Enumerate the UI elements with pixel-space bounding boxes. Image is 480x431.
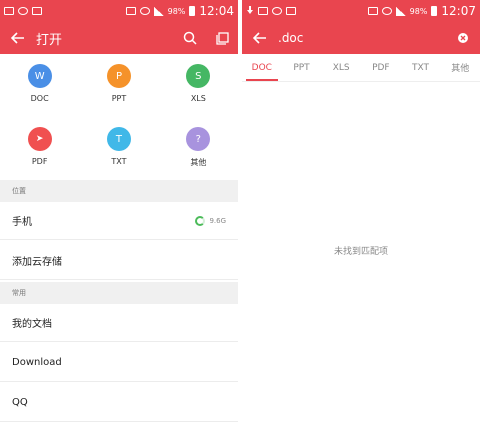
signal-icon	[153, 6, 164, 16]
photo-icon	[4, 7, 14, 15]
tab-txt[interactable]: TXT	[401, 54, 441, 81]
tab-other[interactable]: 其他	[440, 54, 480, 81]
empty-state-message: 未找到匹配项	[333, 247, 388, 257]
wifi-icon	[381, 7, 392, 15]
file-type-label: XLS	[190, 94, 206, 103]
cloud-icon	[272, 7, 282, 15]
add-cloud-storage[interactable]: 添加云存储	[0, 242, 238, 280]
file-type-ppt[interactable]: P PPT	[79, 54, 158, 117]
common-item-label: QQ	[12, 397, 28, 408]
file-type-label: PDF	[31, 157, 48, 166]
back-button[interactable]	[242, 22, 278, 54]
window-icon	[215, 31, 229, 45]
file-type-pdf[interactable]: ➤ PDF	[0, 117, 79, 180]
section-header-common: 常用	[0, 282, 238, 304]
question-icon: ?	[186, 127, 211, 151]
search-input[interactable]: .doc	[278, 31, 458, 45]
cloud-icon	[18, 7, 28, 15]
common-item-my-documents[interactable]: 我的文档	[0, 304, 238, 342]
document-icon	[286, 7, 296, 15]
open-file-screen: 98% 12:04 打开 W DOC P PPT S XLS ➤ PDF T T…	[0, 0, 238, 431]
file-type-other[interactable]: ? 其他	[159, 117, 238, 180]
file-type-label: DOC	[30, 94, 49, 103]
file-type-label: TXT	[111, 157, 127, 166]
page-title: 打开	[36, 32, 63, 48]
file-type-grid: W DOC P PPT S XLS ➤ PDF T TXT ? 其他	[0, 54, 238, 180]
back-button[interactable]	[0, 22, 36, 54]
clear-icon	[460, 35, 466, 41]
file-type-txt[interactable]: T TXT	[79, 117, 158, 180]
back-arrow-icon	[253, 32, 266, 44]
file-type-tabs: DOC PPT XLS PDF TXT 其他	[242, 54, 480, 82]
wifi-icon	[139, 7, 150, 15]
clock: 12:04	[199, 4, 234, 18]
word-icon: W	[27, 64, 52, 88]
photo-icon	[258, 7, 268, 15]
tab-ppt[interactable]: PPT	[282, 54, 322, 81]
common-item-label: Download	[12, 357, 62, 368]
tab-xls[interactable]: XLS	[321, 54, 361, 81]
storage-label: 手机	[12, 217, 32, 228]
battery-icon	[431, 6, 438, 16]
search-results-screen: 98% 12:07 .doc DOC PPT XLS PDF TXT 其他 未找…	[242, 0, 480, 431]
search-button[interactable]	[174, 22, 206, 54]
search-icon	[183, 31, 197, 45]
common-item-qq[interactable]: QQ	[0, 384, 238, 422]
storage-phone[interactable]: 手机 9.6G	[0, 202, 238, 240]
text-icon: T	[106, 127, 131, 151]
back-arrow-icon	[11, 32, 24, 44]
file-type-xls[interactable]: S XLS	[159, 54, 238, 117]
common-item-download[interactable]: Download	[0, 344, 238, 382]
storage-size: 9.6G	[209, 216, 226, 225]
battery-percent: 98%	[167, 6, 186, 16]
section-header-location: 位置	[0, 180, 238, 202]
tab-pdf[interactable]: PDF	[361, 54, 401, 81]
tab-doc[interactable]: DOC	[242, 54, 282, 81]
pdf-icon: ➤	[27, 127, 52, 151]
storage-ring-icon	[195, 215, 206, 226]
clear-button[interactable]	[458, 33, 468, 43]
mute-icon	[367, 7, 378, 15]
presentation-icon: P	[106, 64, 131, 88]
mute-icon	[125, 7, 136, 15]
battery-icon	[189, 6, 196, 16]
battery-percent: 98%	[409, 6, 428, 16]
file-type-doc[interactable]: W DOC	[0, 54, 79, 117]
file-type-label: PPT	[111, 94, 127, 103]
spreadsheet-icon: S	[186, 64, 211, 88]
clock: 12:07	[441, 4, 476, 18]
window-button[interactable]	[206, 22, 238, 54]
status-bar: 98% 12:07	[242, 0, 480, 22]
download-icon	[246, 6, 254, 16]
signal-icon	[395, 6, 406, 16]
document-icon	[32, 7, 42, 15]
storage-info: 9.6G	[195, 215, 226, 226]
file-type-label: 其他	[190, 158, 207, 167]
app-bar: 打开	[0, 22, 238, 54]
search-bar: .doc	[242, 22, 480, 54]
status-bar: 98% 12:04	[0, 0, 238, 22]
add-cloud-label: 添加云存储	[12, 257, 62, 268]
common-item-label: 我的文档	[12, 319, 52, 330]
